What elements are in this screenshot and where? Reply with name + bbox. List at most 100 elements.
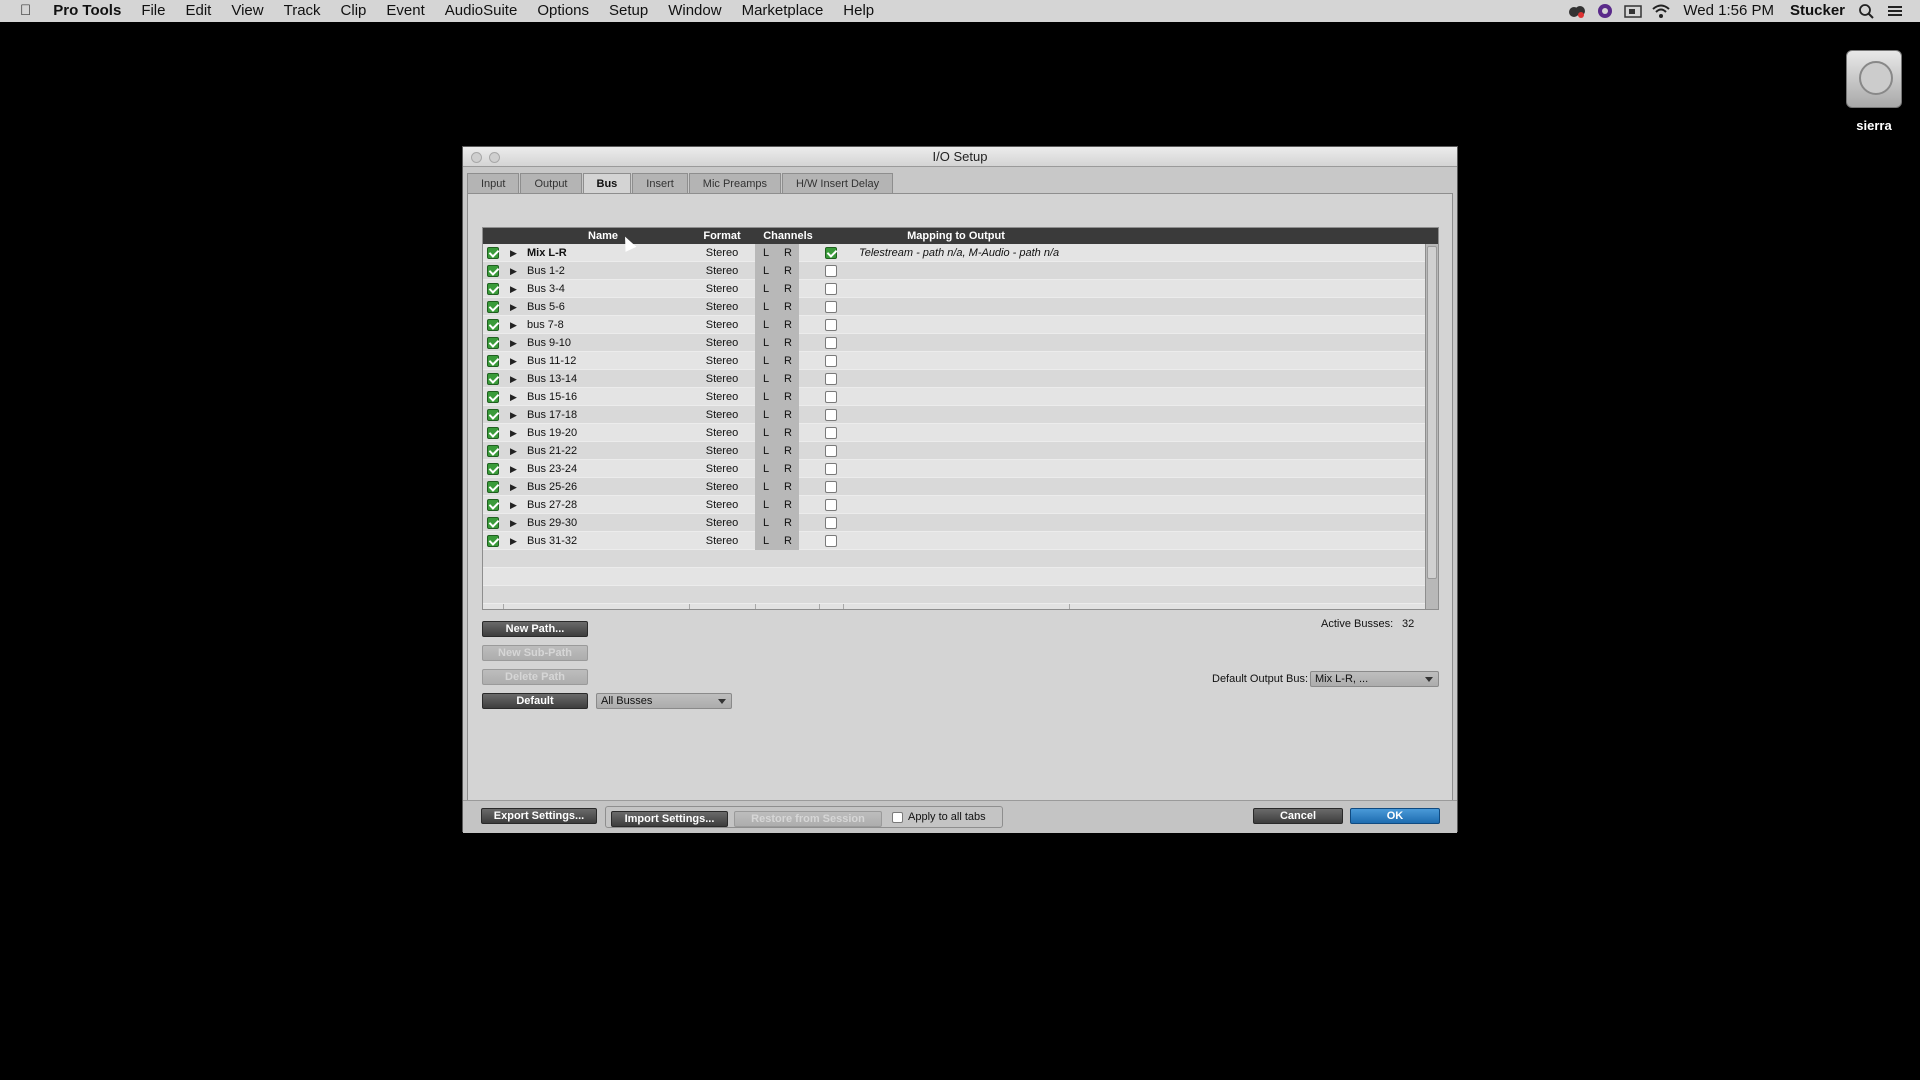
row-active-checkbox[interactable] xyxy=(487,445,499,457)
mapping-checkbox[interactable] xyxy=(825,481,837,493)
row-active-checkbox[interactable] xyxy=(487,409,499,421)
row-active-checkbox[interactable] xyxy=(487,355,499,367)
row-active-checkbox[interactable] xyxy=(487,499,499,511)
mapping-checkbox[interactable] xyxy=(825,283,837,295)
mapping-checkbox[interactable] xyxy=(825,337,837,349)
bus-name[interactable]: Bus 19-20 xyxy=(527,424,577,442)
row-active-checkbox[interactable] xyxy=(487,427,499,439)
channel-right[interactable]: R xyxy=(777,442,799,460)
bus-name[interactable]: Mix L-R xyxy=(527,244,567,262)
creative-cloud-icon[interactable] xyxy=(1568,3,1586,19)
expand-triangle-icon[interactable]: ▶ xyxy=(510,424,517,442)
bus-name[interactable]: Bus 25-26 xyxy=(527,478,577,496)
expand-triangle-icon[interactable]: ▶ xyxy=(510,460,517,478)
tab-insert[interactable]: Insert xyxy=(632,173,688,193)
new-path-button[interactable]: New Path... xyxy=(482,621,588,637)
channel-left[interactable]: L xyxy=(755,316,777,334)
table-row[interactable]: ▶ Bus 1-2 Stereo L R xyxy=(483,262,1427,280)
delete-path-button[interactable]: Delete Path xyxy=(482,669,588,685)
mapping-checkbox[interactable] xyxy=(825,391,837,403)
table-row[interactable]: ▶ Bus 27-28 Stereo L R xyxy=(483,496,1427,514)
new-sub-path-button[interactable]: New Sub-Path xyxy=(482,645,588,661)
channel-left[interactable]: L xyxy=(755,406,777,424)
expand-triangle-icon[interactable]: ▶ xyxy=(510,334,517,352)
expand-triangle-icon[interactable]: ▶ xyxy=(510,406,517,424)
scrollbar-thumb[interactable] xyxy=(1427,246,1437,579)
row-active-checkbox[interactable] xyxy=(487,247,499,259)
bus-name[interactable]: Bus 23-24 xyxy=(527,460,577,478)
menu-clip[interactable]: Clip xyxy=(331,0,377,22)
table-row[interactable]: ▶ Bus 11-12 Stereo L R xyxy=(483,352,1427,370)
apply-to-all-tabs-checkbox[interactable] xyxy=(892,812,903,823)
expand-triangle-icon[interactable]: ▶ xyxy=(510,532,517,550)
channel-right[interactable]: R xyxy=(777,496,799,514)
bus-name[interactable]: Bus 31-32 xyxy=(527,532,577,550)
mapping-checkbox[interactable] xyxy=(825,301,837,313)
bus-name[interactable]: Bus 1-2 xyxy=(527,262,565,280)
channel-right[interactable]: R xyxy=(777,532,799,550)
row-active-checkbox[interactable] xyxy=(487,283,499,295)
expand-triangle-icon[interactable]: ▶ xyxy=(510,514,517,532)
tab-mic-preamps[interactable]: Mic Preamps xyxy=(688,173,781,193)
tab-bus[interactable]: Bus xyxy=(582,173,632,193)
table-row[interactable]: ▶ Bus 5-6 Stereo L R xyxy=(483,298,1427,316)
column-header-format[interactable]: Format xyxy=(689,228,755,244)
mapping-checkbox[interactable] xyxy=(825,247,837,259)
expand-triangle-icon[interactable]: ▶ xyxy=(510,262,517,280)
channel-left[interactable]: L xyxy=(755,262,777,280)
table-row[interactable]: ▶ Bus 3-4 Stereo L R xyxy=(483,280,1427,298)
table-row[interactable]: ▶ Bus 15-16 Stereo L R xyxy=(483,388,1427,406)
row-active-checkbox[interactable] xyxy=(487,301,499,313)
channel-right[interactable]: R xyxy=(777,280,799,298)
row-active-checkbox[interactable] xyxy=(487,337,499,349)
dialog-titlebar[interactable]: I/O Setup xyxy=(463,147,1457,167)
mapping-checkbox[interactable] xyxy=(825,535,837,547)
default-button[interactable]: Default xyxy=(482,693,588,709)
expand-triangle-icon[interactable]: ▶ xyxy=(510,442,517,460)
table-row[interactable]: ▶ Bus 25-26 Stereo L R xyxy=(483,478,1427,496)
table-row[interactable]: ▶ Bus 23-24 Stereo L R xyxy=(483,460,1427,478)
bus-filter-select[interactable]: All Busses xyxy=(596,693,732,709)
expand-triangle-icon[interactable]: ▶ xyxy=(510,478,517,496)
channel-left[interactable]: L xyxy=(755,532,777,550)
menu-file[interactable]: File xyxy=(131,0,175,22)
menu-help[interactable]: Help xyxy=(833,0,884,22)
channel-right[interactable]: R xyxy=(777,478,799,496)
table-row[interactable]: ▶ Bus 13-14 Stereo L R xyxy=(483,370,1427,388)
app-menu[interactable]: Pro Tools xyxy=(43,0,131,22)
channel-right[interactable]: R xyxy=(777,298,799,316)
export-settings-button[interactable]: Export Settings... xyxy=(481,808,597,824)
menubar-clock[interactable]: Wed 1:56 PM xyxy=(1675,0,1782,22)
import-settings-button[interactable]: Import Settings... xyxy=(611,811,728,827)
close-window-button[interactable] xyxy=(471,152,482,163)
hard-drive-label[interactable]: sierra xyxy=(1834,118,1914,133)
channel-right[interactable]: R xyxy=(777,406,799,424)
column-header-name[interactable]: Name xyxy=(503,228,703,244)
mapping-checkbox[interactable] xyxy=(825,427,837,439)
channel-right[interactable]: R xyxy=(777,352,799,370)
mapping-checkbox[interactable] xyxy=(825,265,837,277)
table-row[interactable]: ▶ Bus 9-10 Stereo L R xyxy=(483,334,1427,352)
table-scrollbar[interactable] xyxy=(1425,244,1438,609)
channel-right[interactable]: R xyxy=(777,424,799,442)
bus-name[interactable]: Bus 27-28 xyxy=(527,496,577,514)
expand-triangle-icon[interactable]: ▶ xyxy=(510,244,517,262)
menu-event[interactable]: Event xyxy=(376,0,434,22)
channel-right[interactable]: R xyxy=(777,316,799,334)
bus-name[interactable]: Bus 13-14 xyxy=(527,370,577,388)
wifi-icon[interactable] xyxy=(1652,3,1671,19)
tab-output[interactable]: Output xyxy=(520,173,582,193)
mapping-checkbox[interactable] xyxy=(825,373,837,385)
channel-left[interactable]: L xyxy=(755,460,777,478)
screen-record-icon[interactable] xyxy=(1624,3,1643,19)
row-active-checkbox[interactable] xyxy=(487,265,499,277)
expand-triangle-icon[interactable]: ▶ xyxy=(510,496,517,514)
tab-hw-insert-delay[interactable]: H/W Insert Delay xyxy=(781,173,894,193)
expand-triangle-icon[interactable]: ▶ xyxy=(510,298,517,316)
channel-left[interactable]: L xyxy=(755,298,777,316)
channel-right[interactable]: R xyxy=(777,244,799,262)
channel-left[interactable]: L xyxy=(755,496,777,514)
channel-left[interactable]: L xyxy=(755,442,777,460)
bus-name[interactable]: Bus 17-18 xyxy=(527,406,577,424)
spotlight-search-icon[interactable] xyxy=(1858,3,1876,19)
